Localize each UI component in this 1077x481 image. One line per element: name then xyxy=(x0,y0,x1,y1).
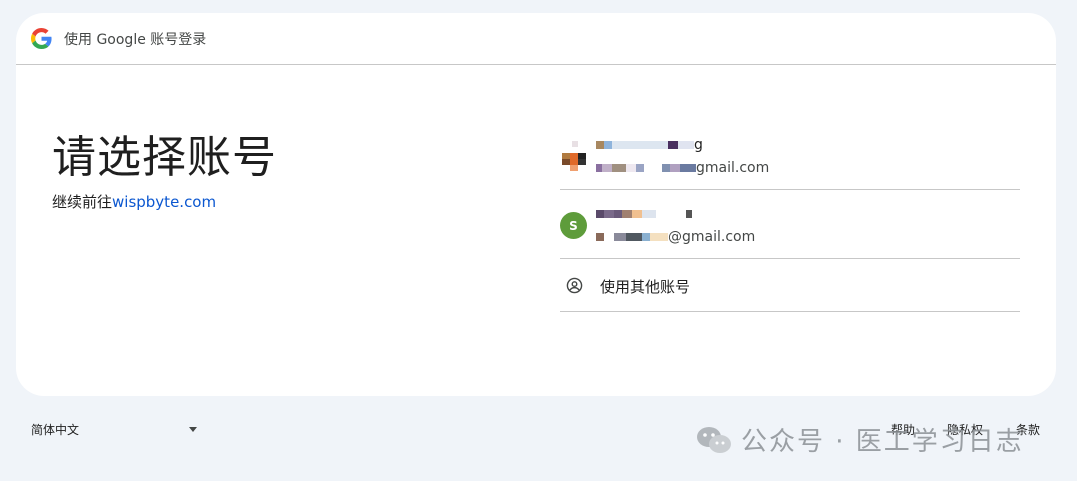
language-label: 简体中文 xyxy=(31,423,80,437)
continue-to-text: 继续前往wispbyte.com xyxy=(52,191,216,212)
account-item[interactable]: g gmail.com xyxy=(560,121,1020,190)
page-title: 请选择账号 xyxy=(52,132,277,183)
language-selector[interactable]: 简体中文 xyxy=(31,421,203,438)
wechat-watermark: 公众号 · 医工学习日志 xyxy=(695,421,1024,458)
avatar xyxy=(562,141,588,171)
continue-site-link[interactable]: wispbyte.com xyxy=(112,193,216,211)
account-list: g gmail.com S @gmail.com 使用其他账号 xyxy=(560,121,1020,312)
account-email-suffix: @gmail.com xyxy=(668,229,756,245)
continue-prefix: 继续前往 xyxy=(52,193,113,211)
google-logo-icon xyxy=(31,28,52,49)
avatar: S xyxy=(560,212,587,239)
account-email: @gmail.com xyxy=(596,229,755,245)
account-email: gmail.com xyxy=(596,160,769,176)
wechat-icon xyxy=(695,424,733,456)
use-another-account-button[interactable]: 使用其他账号 xyxy=(560,259,1020,312)
account-item[interactable]: S @gmail.com xyxy=(560,190,1020,259)
account-email-suffix: gmail.com xyxy=(696,160,770,176)
account-name-suffix: g xyxy=(694,137,703,153)
header-title: 使用 Google 账号登录 xyxy=(64,31,207,48)
account-name: g xyxy=(596,137,703,153)
account-circle-icon xyxy=(566,277,583,294)
caret-down-icon xyxy=(189,427,197,432)
account-name xyxy=(596,206,692,222)
use-another-account-label: 使用其他账号 xyxy=(600,278,691,296)
watermark-text: 公众号 · 医工学习日志 xyxy=(741,427,1024,457)
card-header: 使用 Google 账号登录 xyxy=(16,13,1056,65)
